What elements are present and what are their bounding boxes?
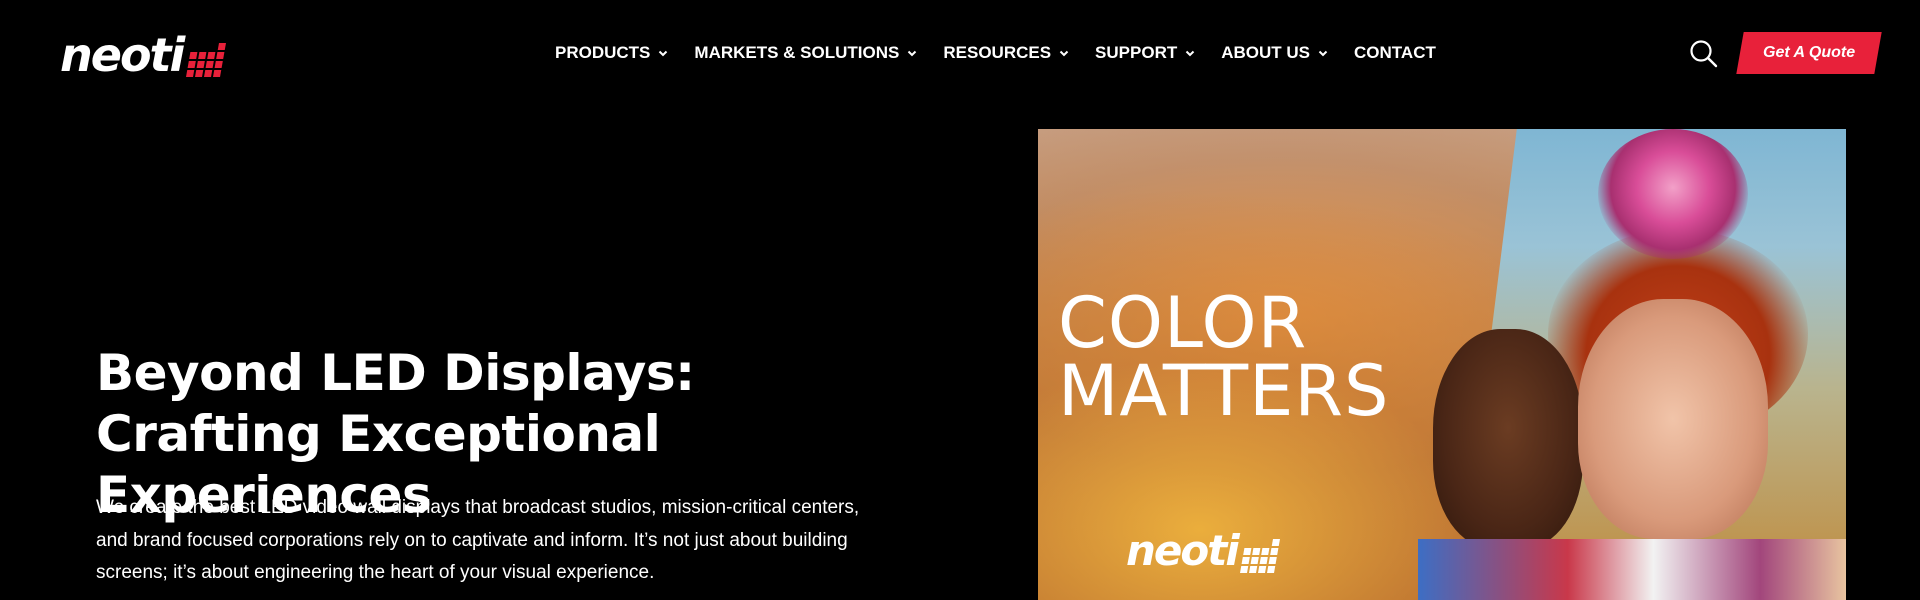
- chevron-down-icon: [659, 50, 668, 57]
- flower-crown: [1598, 129, 1748, 259]
- main-nav: PRODUCTS MARKETS & SOLUTIONS RESOURCES S…: [555, 43, 1436, 63]
- nav-item-products[interactable]: PRODUCTS: [555, 43, 669, 63]
- chevron-down-icon: [1186, 50, 1195, 57]
- hero-description: We create the best LED video wall displa…: [96, 497, 860, 583]
- nav-item-label: CONTACT: [1354, 43, 1436, 62]
- portrait-face-right: [1578, 299, 1768, 539]
- portrait-clothing: [1418, 539, 1846, 600]
- search-button[interactable]: [1688, 38, 1720, 70]
- nav-item-markets-solutions[interactable]: MARKETS & SOLUTIONS: [694, 43, 918, 63]
- logo-wordmark: neoti: [60, 28, 185, 82]
- chevron-down-icon: [1318, 50, 1328, 57]
- chevron-down-icon: [1059, 50, 1069, 57]
- nav-item-resources[interactable]: RESOURCES: [943, 43, 1070, 63]
- nav-item-label: PRODUCTS: [555, 43, 651, 62]
- search-icon: [1690, 40, 1718, 68]
- get-a-quote-label: Get A Quote: [1762, 44, 1856, 61]
- image-logo-grid-icon: [1239, 539, 1280, 573]
- nav-item-label: ABOUT US: [1221, 43, 1311, 62]
- logo-grid-icon: [186, 43, 227, 77]
- nav-item-contact[interactable]: CONTACT: [1354, 43, 1436, 63]
- image-logo: neoti: [1126, 526, 1280, 575]
- nav-item-support[interactable]: SUPPORT: [1095, 43, 1196, 63]
- nav-item-label: RESOURCES: [943, 43, 1052, 62]
- portrait-face-left: [1433, 329, 1583, 549]
- nav-item-label: MARKETS & SOLUTIONS: [694, 43, 900, 62]
- chevron-down-icon: [908, 50, 917, 57]
- neoti-logo[interactable]: neoti: [60, 28, 227, 82]
- nav-item-about-us[interactable]: ABOUT US: [1221, 43, 1329, 63]
- get-a-quote-button[interactable]: Get A Quote: [1736, 32, 1882, 74]
- nav-item-label: SUPPORT: [1095, 43, 1178, 62]
- image-logo-wordmark: neoti: [1126, 526, 1240, 575]
- site-header: neoti PRODUCTS MARKETS & SOLUTIONS RESOU…: [0, 0, 1920, 110]
- image-headline: COLOR MATTERS: [1058, 282, 1390, 432]
- hero-image: COLOR MATTERS neoti: [1038, 129, 1846, 600]
